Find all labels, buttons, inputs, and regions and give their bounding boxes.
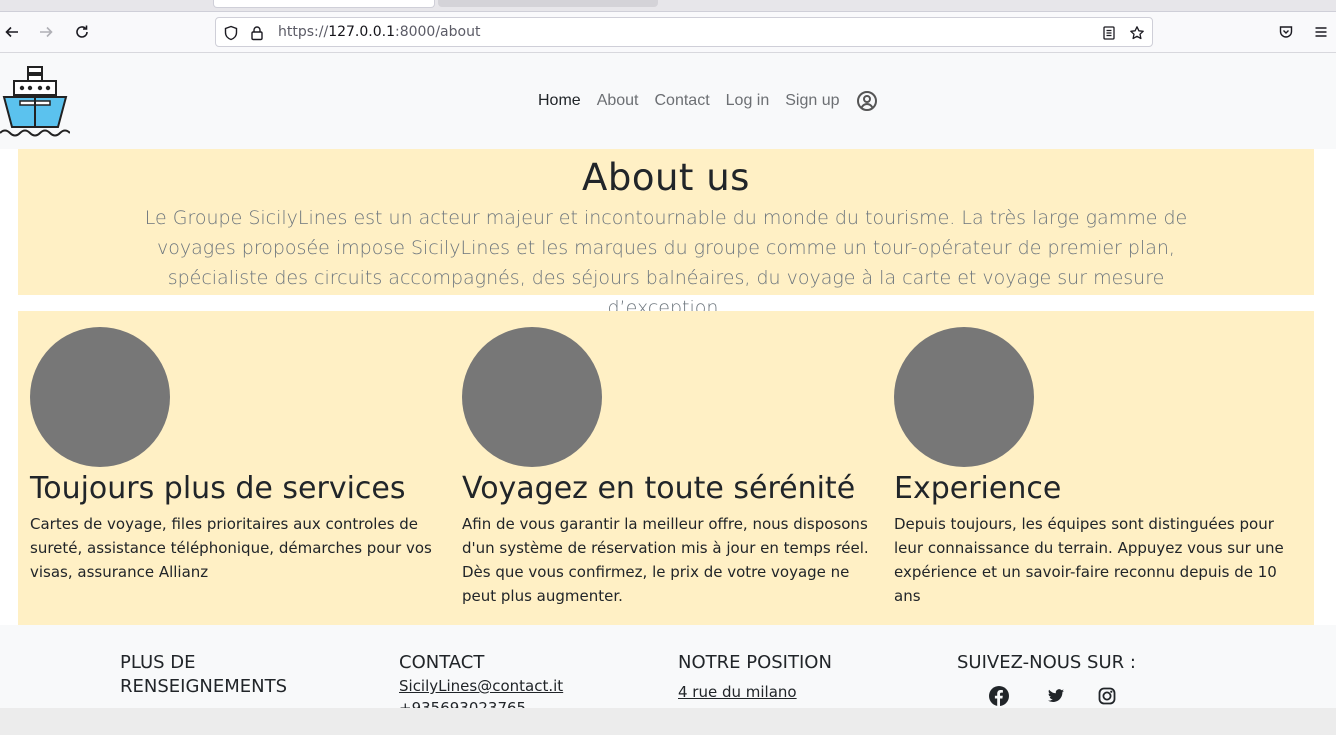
feature-title: Experience xyxy=(894,471,1062,506)
contact-email-link[interactable]: SicilyLines@contact.it xyxy=(399,675,629,697)
footer-contact: CONTACT SicilyLines@contact.it +93569302… xyxy=(399,651,629,708)
footer-contact-title: CONTACT xyxy=(399,652,485,673)
lock-icon[interactable] xyxy=(248,24,266,42)
menu-signup[interactable]: Sign up xyxy=(785,92,839,110)
footer-social-title: SUIVEZ-NOUS SUR : xyxy=(957,652,1136,673)
reader-view-icon[interactable] xyxy=(1100,24,1118,42)
footer-info: PLUS DE RENSEIGNEMENTS xyxy=(120,651,350,699)
browser-tab-active[interactable] xyxy=(213,0,435,8)
about-hero: About us Le Groupe SicilyLines est un ac… xyxy=(18,149,1314,319)
pocket-icon[interactable] xyxy=(1274,20,1298,44)
facebook-icon[interactable] xyxy=(988,685,1010,707)
social-links xyxy=(988,685,1187,707)
address-link[interactable]: 4 rue du milano xyxy=(678,681,908,703)
footer-position-title: NOTRE POSITION xyxy=(678,652,832,673)
contact-phone-link[interactable]: +935693023765 xyxy=(399,697,629,708)
menu-contact[interactable]: Contact xyxy=(655,92,710,110)
browser-navbar: https://127.0.0.1:8000/about xyxy=(0,12,1336,53)
feature-services: Toujours plus de services Cartes de voya… xyxy=(30,327,440,584)
feature-image-placeholder xyxy=(30,327,170,467)
feature-text: Depuis toujours, les équipes sont distin… xyxy=(894,515,1284,605)
hamburger-menu-icon[interactable] xyxy=(1309,20,1333,44)
forward-arrow-icon[interactable] xyxy=(34,20,58,44)
reload-icon[interactable] xyxy=(70,20,94,44)
site-header: Home About Contact Log in Sign up xyxy=(0,53,1336,149)
page-content: Home About Contact Log in Sign up About … xyxy=(0,53,1336,708)
page-title: About us xyxy=(582,156,750,199)
url-host: 127.0.0.1 xyxy=(328,24,395,40)
twitter-icon[interactable] xyxy=(1045,685,1067,707)
menu-login[interactable]: Log in xyxy=(726,92,770,110)
bookmark-star-icon[interactable] xyxy=(1128,24,1146,42)
site-footer: PLUS DE RENSEIGNEMENTS CONTACT SicilyLin… xyxy=(0,625,1336,708)
window-bottom-strip xyxy=(0,708,1336,735)
back-arrow-icon[interactable] xyxy=(0,20,24,44)
user-circle-icon[interactable] xyxy=(856,90,878,112)
ship-logo[interactable] xyxy=(0,65,71,137)
footer-info-title: PLUS DE RENSEIGNEMENTS xyxy=(120,652,288,697)
shield-icon[interactable] xyxy=(222,24,240,42)
about-description: Le Groupe SicilyLines est un acteur maje… xyxy=(144,207,1188,319)
browser-tab[interactable] xyxy=(438,0,658,7)
feature-title: Voyagez en toute sérénité xyxy=(462,471,856,506)
menu-about[interactable]: About xyxy=(597,92,639,110)
instagram-icon[interactable] xyxy=(1096,685,1118,707)
url-text[interactable]: https://127.0.0.1:8000/about xyxy=(278,24,480,40)
feature-image-placeholder xyxy=(894,327,1034,467)
feature-text: Afin de vous garantir la meilleur offre,… xyxy=(462,515,869,605)
footer-position: NOTRE POSITION 4 rue du milano xyxy=(678,651,908,703)
footer-social: SUIVEZ-NOUS SUR : xyxy=(957,651,1187,707)
browser-tab-strip xyxy=(0,0,1336,12)
feature-experience: Experience Depuis toujours, les équipes … xyxy=(894,327,1304,608)
main-menu: Home About Contact Log in Sign up xyxy=(538,90,878,112)
feature-serenity: Voyagez en toute sérénité Afin de vous g… xyxy=(462,327,872,608)
feature-image-placeholder xyxy=(462,327,602,467)
feature-text: Cartes de voyage, files prioritaires aux… xyxy=(30,515,432,581)
url-scheme: https:// xyxy=(278,24,329,40)
features-section: Toujours plus de services Cartes de voya… xyxy=(18,311,1314,625)
menu-home[interactable]: Home xyxy=(538,92,581,110)
url-path: :8000/about xyxy=(394,24,481,40)
feature-title: Toujours plus de services xyxy=(30,471,406,506)
address-bar[interactable]: https://127.0.0.1:8000/about xyxy=(215,17,1153,47)
